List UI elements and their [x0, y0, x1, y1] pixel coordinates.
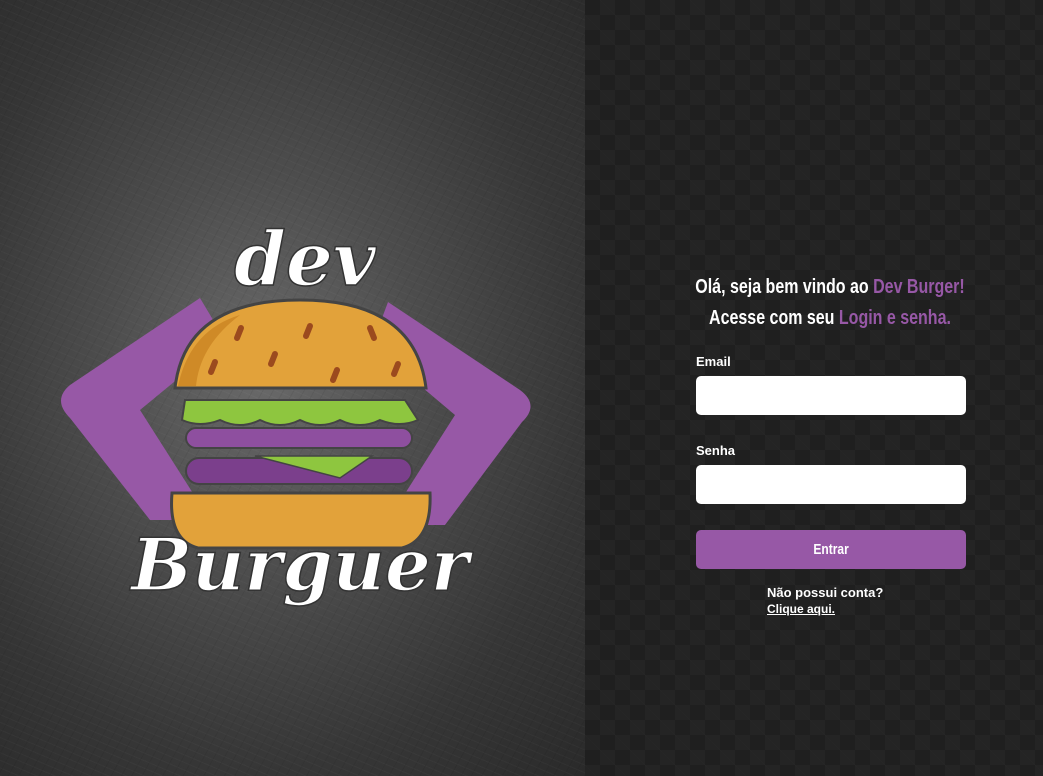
- signup-question: Não possui conta?: [767, 585, 884, 600]
- signup-link[interactable]: Clique aqui.: [767, 601, 883, 617]
- patty-top-shape: [185, 427, 413, 449]
- email-input[interactable]: [696, 376, 966, 415]
- signup-prompt: Não possui conta? Clique aqui.: [767, 585, 883, 617]
- login-highlight: Login e senha.: [838, 307, 951, 329]
- password-label: Senha: [696, 443, 736, 458]
- welcome-line-2-text: Acesse com seu: [709, 307, 839, 329]
- welcome-message: Olá, seja bem vindo ao Dev Burger! Acess…: [634, 272, 1026, 334]
- logo-word-burguer: Burguer: [129, 522, 474, 607]
- brand-panel: dev Burguer: [0, 0, 585, 776]
- welcome-line-1-text: Olá, seja bem vindo ao: [695, 276, 874, 298]
- brand-name-highlight: Dev Burger!: [873, 276, 965, 298]
- password-input[interactable]: [696, 465, 966, 504]
- welcome-line-1: Olá, seja bem vindo ao Dev Burger!: [634, 272, 1026, 303]
- email-label: Email: [696, 354, 731, 369]
- dev-burger-logo: dev Burguer: [61, 216, 531, 608]
- submit-button[interactable]: Entrar: [696, 530, 966, 569]
- login-panel: Olá, seja bem vindo ao Dev Burger! Acess…: [585, 0, 1043, 776]
- login-page: dev Burguer Olá, seja bem vindo ao Dev B…: [0, 0, 1043, 776]
- welcome-line-2: Acesse com seu Login e senha.: [634, 303, 1026, 334]
- submit-button-label: Entrar: [813, 541, 849, 558]
- lettuce-shape: [180, 399, 420, 426]
- logo-word-dev: dev: [234, 217, 377, 303]
